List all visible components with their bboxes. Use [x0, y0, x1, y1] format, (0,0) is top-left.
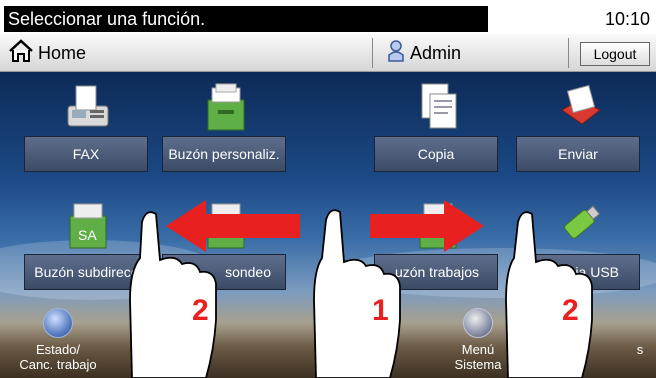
bottom-label: Menú: [461, 342, 495, 357]
status-icon: [43, 308, 73, 338]
fax-icon: [64, 80, 112, 134]
nav-divider: [372, 38, 373, 68]
bottom-label: Estado/: [35, 342, 81, 357]
status-clock: 10:10: [488, 6, 656, 32]
home-button[interactable]: Home: [8, 38, 86, 68]
language-icon: [322, 308, 352, 338]
status-bar: Seleccionar una función. 10:10: [0, 0, 656, 34]
tile-subaddress-box[interactable]: SA Buzón subdirecc: [24, 190, 148, 306]
tile-send[interactable]: Enviar: [516, 72, 640, 188]
home-icon: [8, 38, 34, 68]
tile-custom-box[interactable]: Buzón personaliz.: [162, 72, 286, 188]
status-job-cancel-button[interactable]: Estado/ Canc. trabajo: [8, 308, 108, 378]
copy-icon: [414, 80, 462, 134]
tile-polling-box[interactable]: sondeo: [162, 190, 286, 306]
nav-divider: [568, 38, 569, 68]
tile-label: Enviar: [516, 136, 640, 172]
home-label: Home: [38, 42, 87, 63]
tile-label: FAX: [24, 136, 148, 172]
bottom-label: Sistema: [454, 357, 502, 372]
custom-box-icon: [202, 80, 250, 134]
tile-label: sondeo: [162, 254, 286, 290]
polling-box-icon: [202, 198, 250, 252]
language-button[interactable]: Idi: [300, 308, 400, 378]
tile-label: Buzón subdirecc: [24, 254, 148, 290]
send-icon: [556, 80, 604, 134]
tile-fax[interactable]: FAX: [24, 72, 148, 188]
status-message: Seleccionar una función.: [4, 6, 488, 32]
system-menu-button[interactable]: Menú Sistema: [428, 308, 528, 378]
usb-icon: [556, 198, 604, 252]
tile-label: Buzón personaliz.: [162, 136, 286, 172]
tile-usb[interactable]: ia USB: [516, 190, 640, 306]
bottom-label: s: [636, 342, 644, 357]
tile-label: uzón trabajos: [374, 254, 498, 290]
logout-button[interactable]: Logout: [580, 42, 650, 66]
tile-job-box[interactable]: uzón trabajos: [374, 190, 498, 306]
subaddress-box-icon: SA: [64, 198, 112, 252]
system-menu-icon: [463, 308, 493, 338]
home-desktop: FAX Buzón personaliz. Copia Enviar SA Bu…: [0, 72, 656, 378]
user-indicator: Admin: [388, 38, 461, 68]
tile-label: Copia: [374, 136, 498, 172]
bottom-label: Idi: [314, 342, 328, 357]
svg-text:SA: SA: [78, 227, 97, 243]
bottom-right-button[interactable]: s: [570, 308, 656, 378]
tile-label: ia USB: [516, 254, 640, 290]
nav-bar: Home Admin Logout: [0, 34, 656, 72]
user-label: Admin: [410, 42, 462, 63]
tile-copy[interactable]: Copia: [374, 72, 498, 188]
user-icon: [388, 39, 404, 67]
bottom-label: Canc. trabajo: [19, 357, 97, 372]
job-box-icon: [414, 198, 462, 252]
